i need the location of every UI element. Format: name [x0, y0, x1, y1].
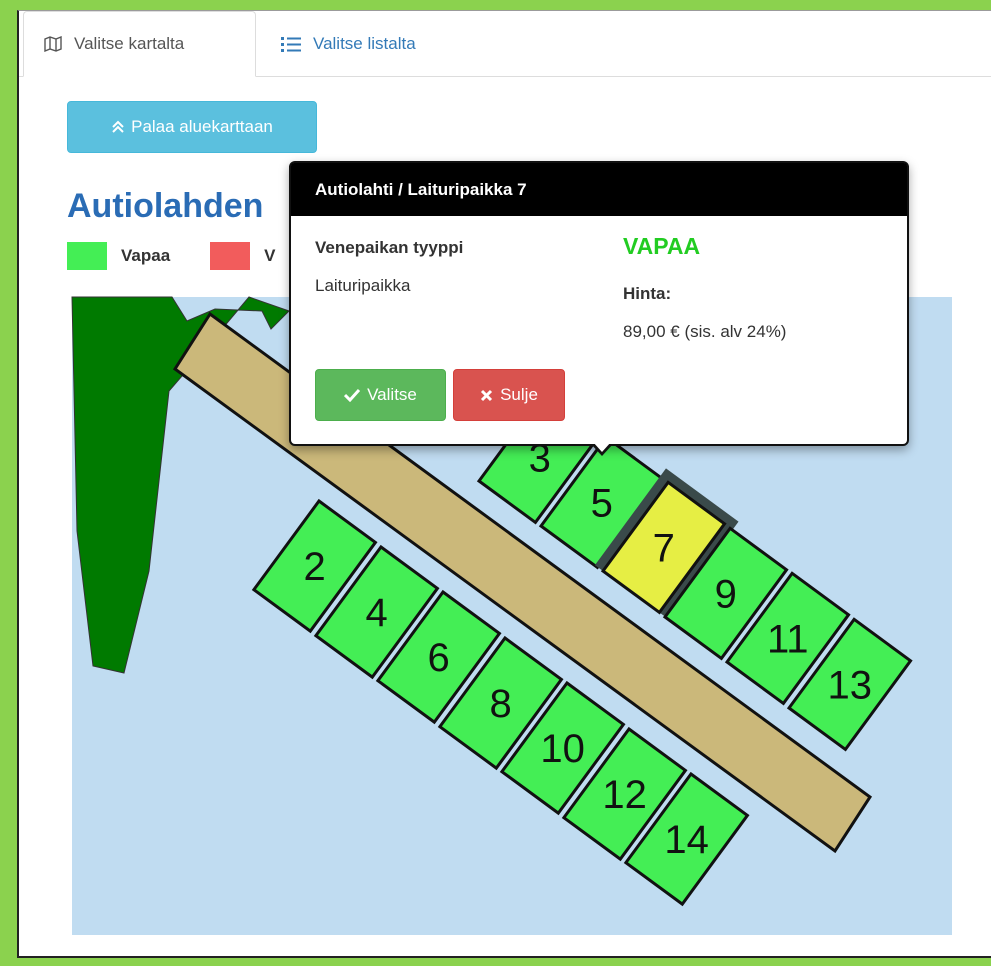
tab-list[interactable]: Valitse listalta — [281, 11, 416, 76]
main-panel: 3 5 7 9 11 13 2 4 6 8 10 12 14 Valitse kartalta Vali… — [17, 10, 991, 958]
spot-number-label: 13 — [828, 663, 873, 707]
spot-number-label: 2 — [304, 545, 326, 589]
close-button-label: Sulje — [500, 385, 538, 404]
spot-type-block: Venepaikan tyyppi Laituripaikka — [315, 238, 463, 296]
legend: Vapaa V — [67, 242, 316, 270]
close-button[interactable]: Sulje — [453, 369, 565, 421]
back-button-label: Palaa aluekarttaan — [131, 117, 273, 136]
tab-bar: Valitse kartalta Valitse listalta — [19, 11, 991, 77]
spot-number-label: 12 — [602, 773, 647, 817]
status-badge: VAPAA — [623, 233, 701, 259]
price-value: 89,00 € (sis. alv 24%) — [623, 322, 787, 341]
select-button-label: Valitse — [367, 385, 417, 404]
spot-number-label: 14 — [664, 818, 709, 862]
spot-number-label: 9 — [715, 572, 737, 616]
popover-title: Autiolahti / Laituripaikka 7 — [291, 163, 907, 216]
tab-map[interactable]: Valitse kartalta — [23, 11, 256, 77]
legend-label-reserved: V — [264, 246, 276, 265]
tab-map-label: Valitse kartalta — [74, 34, 185, 53]
popover-pointer — [591, 442, 613, 456]
legend-swatch-free — [67, 242, 107, 270]
spot-number-label: 11 — [767, 617, 809, 661]
legend-item-free: Vapaa — [67, 242, 170, 270]
checkmark-icon — [344, 388, 361, 402]
spot-number-label: 6 — [428, 636, 450, 680]
legend-swatch-reserved — [210, 242, 251, 270]
spot-number-label: 5 — [591, 481, 613, 525]
legend-item-reserved: V — [210, 242, 276, 270]
page-title: Autiolahden — [67, 187, 264, 225]
spot-number-label: 7 — [653, 526, 675, 570]
double-chevron-up-icon — [111, 120, 125, 134]
map-icon — [44, 36, 62, 52]
legend-label-free: Vapaa — [121, 246, 171, 265]
list-icon — [281, 36, 301, 52]
spot-number-label: 4 — [366, 591, 388, 635]
tab-list-label: Valitse listalta — [313, 33, 416, 53]
spot-number-label: 8 — [490, 682, 512, 726]
spot-type-label: Venepaikan tyyppi — [315, 238, 464, 257]
select-button[interactable]: Valitse — [315, 369, 446, 421]
spot-number-label: 10 — [540, 727, 585, 771]
spot-type-value: Laituripaikka — [315, 276, 411, 295]
price-label: Hinta: — [623, 284, 672, 303]
close-icon — [480, 389, 493, 402]
harbour-map: 357911132468101214 — [71, 296, 952, 935]
back-to-area-map-button[interactable]: Palaa aluekarttaan — [67, 101, 317, 153]
spot-popover: Autiolahti / Laituripaikka 7 Venepaikan … — [289, 161, 909, 456]
spot-status-block: VAPAA Hinta: 89,00 € (sis. alv 24%) — [623, 233, 786, 342]
